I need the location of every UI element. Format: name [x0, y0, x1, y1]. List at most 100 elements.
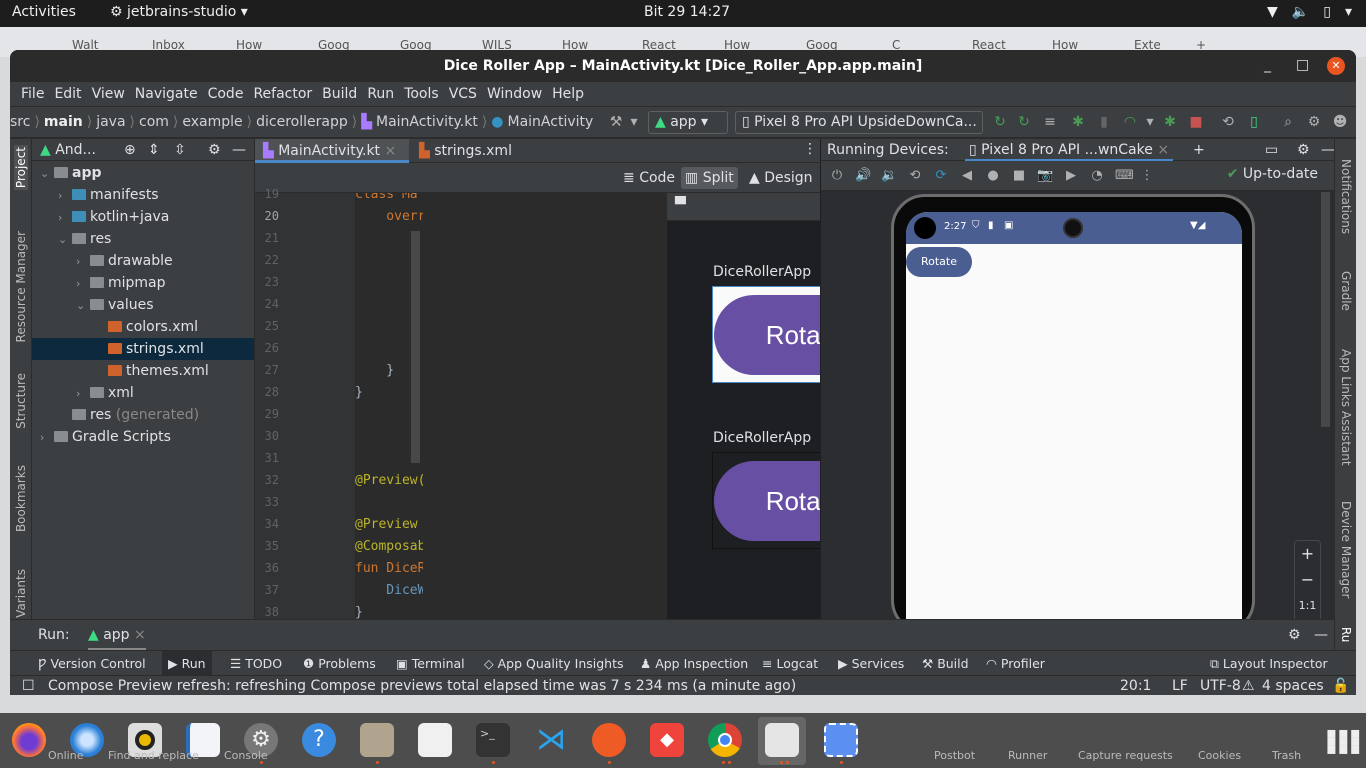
tool-app-quality-insights[interactable]: ◇ App Quality Insights — [484, 651, 624, 676]
status-message[interactable]: Compose Preview refresh: refreshing Comp… — [48, 676, 796, 695]
overview-icon[interactable]: ■ — [1011, 168, 1027, 184]
project-view-select[interactable]: And... — [55, 142, 96, 158]
file-encoding[interactable]: UTF-8 — [1200, 676, 1241, 695]
collapse-all-icon[interactable]: ⇳ — [174, 139, 186, 161]
screen-record-icon[interactable]: ▶ — [1063, 168, 1079, 184]
dock-vscode[interactable]: ⋊ — [534, 723, 568, 757]
expand-all-icon[interactable]: ⇕ — [148, 139, 160, 161]
stripe-gradle[interactable]: Gradle — [1339, 271, 1353, 311]
tree-item-app[interactable]: ⌄ app — [32, 162, 254, 184]
tool-logcat[interactable]: ≡ Logcat — [762, 651, 818, 676]
settings-icon[interactable]: ⚙ — [1306, 114, 1322, 130]
tab-mainactivity[interactable]: ▙ MainActivity.kt × — [255, 139, 409, 163]
dock-help[interactable]: ? — [302, 723, 336, 757]
toggle-tool-windows-icon[interactable]: ☐ — [22, 676, 35, 695]
run-tab-app[interactable]: ▲ app × — [88, 620, 146, 650]
dock-android-studio[interactable] — [765, 723, 799, 757]
run-list-icon[interactable]: ≡ — [1042, 114, 1058, 130]
tree-item-kotlin-java[interactable]: › kotlin+java — [32, 206, 254, 228]
locate-icon[interactable]: ⊕ — [124, 139, 136, 161]
keyboard-icon[interactable]: ⌨ — [1115, 168, 1134, 184]
menu-vcs[interactable]: VCS — [444, 82, 482, 106]
chevron-down-icon[interactable]: ⌄ — [40, 163, 54, 185]
dock-firefox[interactable] — [12, 723, 46, 757]
breadcrumb-item[interactable]: java — [96, 107, 125, 137]
build-hammer-icon[interactable]: ⚒ — [608, 114, 624, 130]
volume-up-icon[interactable]: 🔊 — [855, 168, 871, 184]
apply-changes-restart-icon[interactable]: ↻ — [992, 114, 1008, 130]
close-tab-icon[interactable]: × — [1157, 142, 1169, 158]
breadcrumb-item[interactable]: dicerollerapp — [256, 107, 348, 137]
add-device-button[interactable]: + — [1193, 139, 1205, 161]
stripe-bookmarks[interactable]: Bookmarks — [14, 465, 28, 532]
menu-tools[interactable]: Tools — [399, 82, 444, 106]
dock-chrome[interactable] — [708, 723, 742, 757]
sync-gradle-icon[interactable]: ⟲ — [1220, 114, 1236, 130]
mode-design-button[interactable]: ▲ Design — [745, 167, 817, 189]
mode-split-button[interactable]: ▥ Split — [681, 167, 738, 189]
breadcrumb-item[interactable]: example — [182, 107, 242, 137]
attach-debugger-icon[interactable]: ▮ — [1096, 114, 1112, 130]
tree-item-xml[interactable]: › xml — [32, 382, 254, 404]
chevron-right-icon[interactable]: › — [76, 383, 90, 405]
dock-terminal[interactable]: >_ — [476, 723, 510, 757]
device-scrollbar[interactable] — [1321, 192, 1330, 427]
debug-attach-icon[interactable]: ✱ — [1162, 114, 1178, 130]
chevron-down-icon[interactable]: ⌄ — [58, 229, 72, 251]
system-tray[interactable]: ▼ 🔈 ▯ ▾ — [1267, 4, 1352, 20]
stripe-running-devices[interactable]: Ru — [1339, 627, 1353, 642]
menu-help[interactable]: Help — [547, 82, 589, 106]
caret-position[interactable]: 20:1 — [1120, 676, 1151, 695]
rotate-button[interactable]: Rotate — [906, 247, 972, 277]
breadcrumb-item[interactable]: MainActivity — [508, 107, 594, 137]
menu-window[interactable]: Window — [482, 82, 547, 106]
stop-icon[interactable]: ■ — [1188, 114, 1204, 130]
chevron-right-icon[interactable]: › — [58, 185, 72, 207]
chevron-down-icon[interactable]: ▾ — [626, 114, 642, 130]
stripe-resource-manager[interactable]: Resource Manager — [14, 231, 28, 342]
breadcrumb-item[interactable]: MainActivity.kt — [376, 107, 478, 137]
tool-run[interactable]: ▶ Run — [162, 651, 212, 676]
code-line[interactable]: } — [355, 385, 363, 400]
tree-item-themes-xml[interactable]: themes.xml — [32, 360, 254, 382]
hide-icon[interactable]: — — [232, 139, 246, 161]
close-button[interactable]: ✕ — [1327, 57, 1345, 75]
chevron-right-icon[interactable]: › — [76, 273, 90, 295]
zoom-in-button[interactable]: + — [1295, 541, 1320, 567]
app-menu[interactable]: ⚙ jetbrains-studio ▾ — [110, 4, 248, 20]
volume-down-icon[interactable]: 🔉 — [881, 168, 897, 184]
back-icon[interactable]: ◀ — [959, 168, 975, 184]
show-apps-button[interactable]: ▪▪▪ ▪▪▪ ▪▪▪ — [1326, 725, 1362, 757]
tree-item-drawable[interactable]: › drawable — [32, 250, 254, 272]
tree-item-manifests[interactable]: › manifests — [32, 184, 254, 206]
tree-item-values[interactable]: ⌄ values — [32, 294, 254, 316]
settings-icon[interactable]: ⚙ — [208, 139, 221, 161]
power-icon[interactable]: ⏻ — [829, 168, 845, 184]
settings-icon[interactable]: ⚙ — [1297, 139, 1310, 161]
code-line[interactable]: } — [355, 605, 363, 619]
tool-profiler[interactable]: ◠ Profiler — [986, 651, 1045, 676]
code-line[interactable]: class Ma — [355, 193, 418, 202]
rotate-left-icon[interactable]: ⟲ — [907, 168, 923, 184]
code-line[interactable]: fun DiceR — [355, 561, 423, 576]
tree-item-res[interactable]: res (generated) — [32, 404, 254, 426]
close-tab-icon[interactable]: × — [134, 627, 146, 643]
tool-build[interactable]: ⚒ Build — [922, 651, 969, 676]
preview-options-icon[interactable]: ▀ — [675, 197, 686, 213]
menu-file[interactable]: File — [16, 82, 49, 106]
lock-icon[interactable]: 🔓 — [1332, 676, 1349, 695]
device-manager-icon[interactable]: ▯ — [1246, 114, 1262, 130]
dock-postman[interactable] — [592, 723, 626, 757]
code-line[interactable]: @Preview — [355, 517, 423, 532]
dock-files[interactable] — [360, 723, 394, 757]
account-icon[interactable]: ☻ — [1332, 114, 1348, 130]
chevron-down-icon[interactable]: ▾ — [1142, 114, 1158, 130]
line-separator[interactable]: LF — [1172, 676, 1188, 695]
menu-code[interactable]: Code — [203, 82, 249, 106]
more-options-icon[interactable]: ⋮ — [1139, 168, 1155, 184]
stripe-app-links-assistant[interactable]: App Links Assistant — [1339, 349, 1353, 466]
inspections-icon[interactable]: ⚠ — [1242, 676, 1255, 695]
menu-navigate[interactable]: Navigate — [130, 82, 203, 106]
breadcrumb-item[interactable]: com — [139, 107, 169, 137]
code-line[interactable]: DiceW — [355, 583, 423, 598]
